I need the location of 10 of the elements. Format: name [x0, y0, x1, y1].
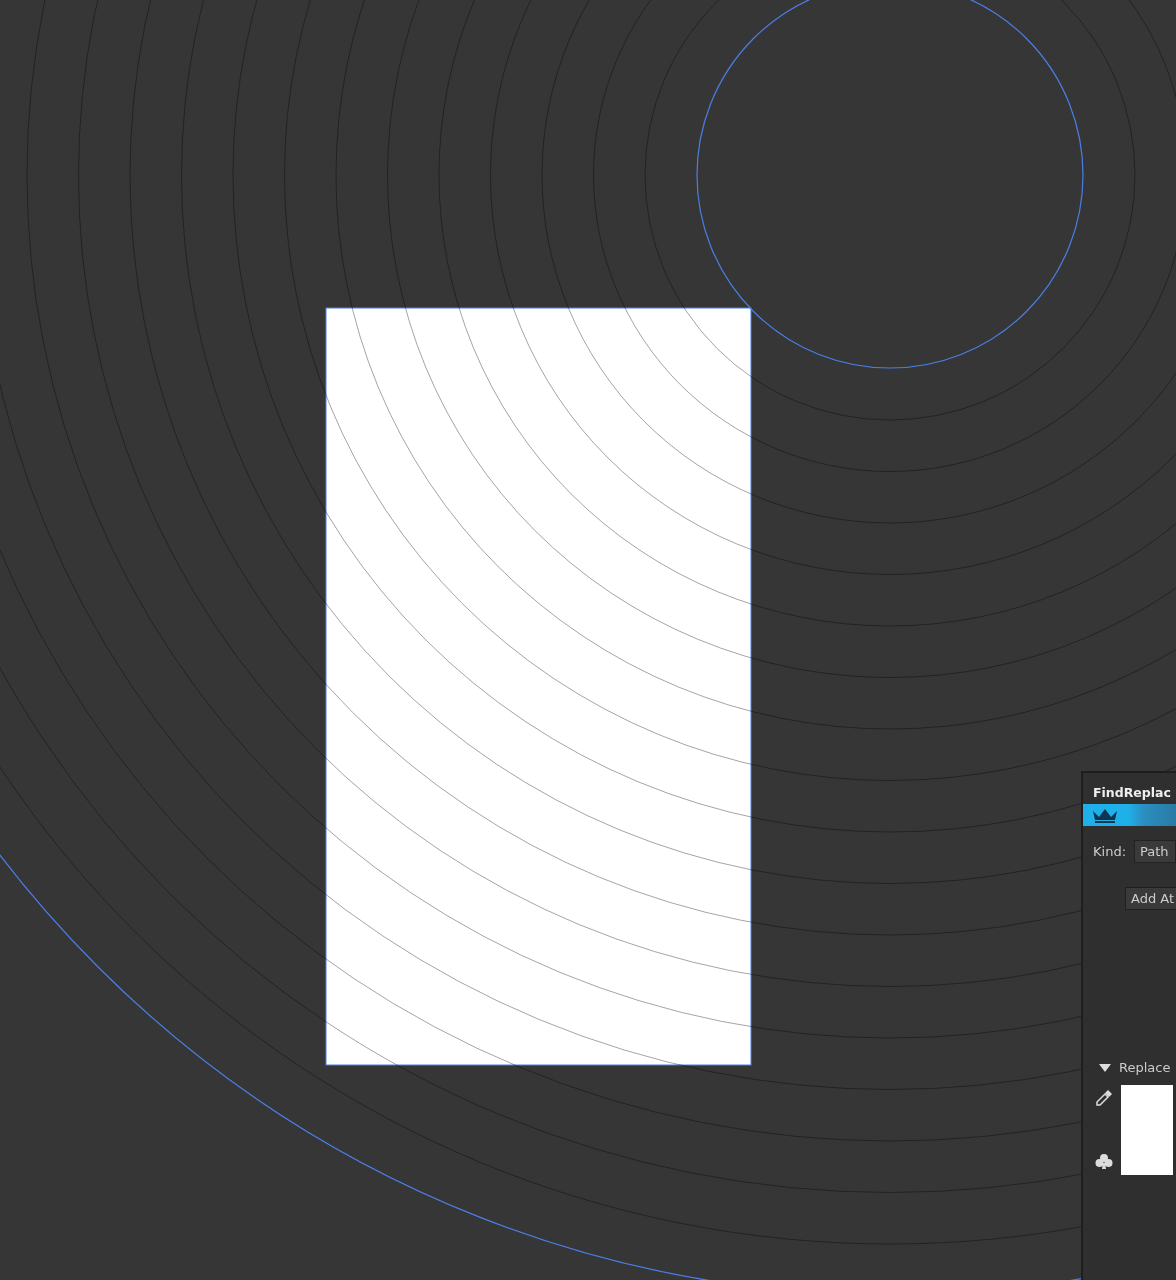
kind-dropdown[interactable]: Path — [1134, 840, 1176, 863]
replace-section-label: Replace — [1119, 1060, 1171, 1075]
club-icon[interactable] — [1095, 1153, 1113, 1171]
kind-label: Kind: — [1093, 844, 1126, 859]
color-swatch[interactable] — [1121, 1085, 1173, 1175]
collapse-triangle-icon[interactable] — [1099, 1062, 1111, 1073]
crown-icon — [1091, 807, 1119, 823]
panel-title: FindReplac — [1092, 784, 1172, 802]
add-attribute-button[interactable]: Add At — [1125, 887, 1176, 910]
eyedropper-icon[interactable] — [1095, 1089, 1113, 1107]
